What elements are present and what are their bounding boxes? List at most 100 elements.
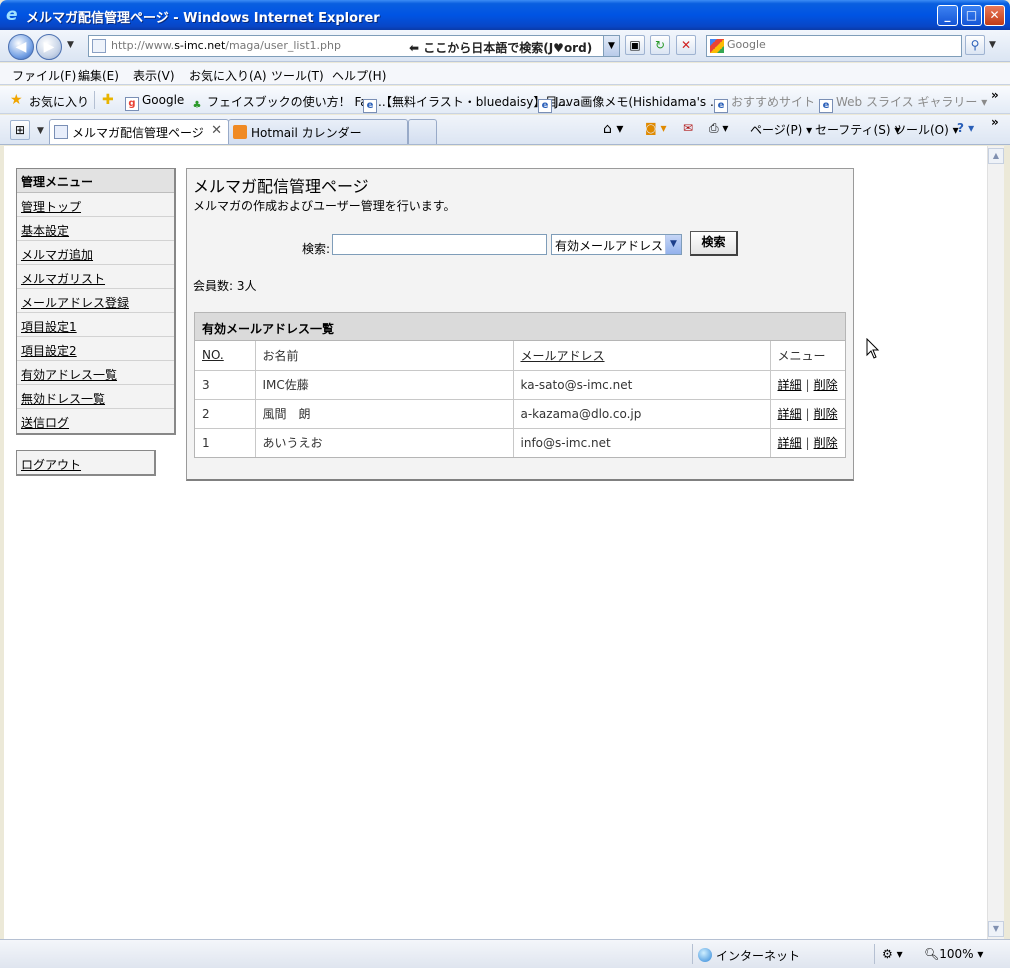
- new-tab-button[interactable]: [408, 119, 437, 144]
- column-header-menu: メニュー: [769, 341, 845, 370]
- print-icon[interactable]: ⎙ ▾: [709, 121, 728, 136]
- favorites-button[interactable]: お気に入り: [29, 93, 89, 110]
- sidebar-item-send-log: 送信ログ: [17, 409, 174, 433]
- menu-favorites[interactable]: お気に入り(A): [189, 67, 267, 84]
- row-no: 2: [195, 398, 255, 428]
- vertical-scrollbar[interactable]: ▲ ▼: [987, 146, 1004, 939]
- scroll-down-icon[interactable]: ▼: [988, 921, 1004, 937]
- forward-button[interactable]: ▶: [36, 34, 62, 60]
- table-row: 3 IMC佐藤 ka-sato@s-imc.net 詳細 | 削除: [195, 369, 845, 399]
- field-settings-2-link[interactable]: 項目設定2: [21, 344, 77, 358]
- address-dropdown-icon[interactable]: ▼: [603, 36, 619, 56]
- stop-icon[interactable]: ✕: [676, 35, 696, 55]
- send-log-link[interactable]: 送信ログ: [21, 416, 69, 430]
- status-divider: [874, 944, 875, 964]
- safety-menu-button[interactable]: セーフティ(S) ▾: [815, 121, 900, 138]
- fav-web-slice-gallery[interactable]: e Web スライス ギャラリー ▾: [819, 93, 987, 113]
- close-window-button[interactable]: ✕: [984, 5, 1005, 26]
- page-menu-button[interactable]: ページ(P) ▾: [750, 121, 812, 138]
- tab-list-dropdown-icon[interactable]: ▼: [37, 126, 44, 136]
- register-address-link[interactable]: メールアドレス登録: [21, 296, 129, 310]
- delete-link[interactable]: 削除: [814, 436, 838, 450]
- address-bar[interactable]: http://www.s-imc.net/maga/user_list1.php…: [88, 35, 620, 57]
- row-name: IMC佐藤: [254, 369, 513, 399]
- feeds-icon[interactable]: ◙ ▾: [645, 121, 666, 135]
- favorites-bar: ★ お気に入り ✚ g Google ♣ フェイスブックの使い方！ Fac... e…: [0, 86, 1010, 114]
- recent-pages-dropdown-icon[interactable]: ▼: [67, 40, 74, 50]
- sidebar-item-register-address: メールアドレス登録: [17, 289, 174, 313]
- page-icon: e: [714, 99, 728, 113]
- globe-icon: [698, 948, 712, 962]
- basic-settings-link[interactable]: 基本設定: [21, 224, 69, 238]
- close-tab-icon[interactable]: ✕: [211, 123, 222, 138]
- fav-link-google[interactable]: g Google: [125, 93, 184, 111]
- menu-edit[interactable]: 編集(E): [78, 67, 119, 84]
- maximize-button[interactable]: □: [961, 5, 982, 26]
- row-name: 風間 朗: [254, 398, 513, 428]
- page-viewport: 管理メニュー 管理トップ 基本設定 メルマガ追加 メルマガリスト メールアドレス…: [4, 146, 987, 939]
- favorites-star-icon: ★: [10, 92, 23, 108]
- address-filter-select[interactable]: 有効メールアドレス ▼: [551, 234, 682, 255]
- detail-link[interactable]: 詳細: [778, 378, 802, 392]
- search-box[interactable]: [706, 35, 962, 57]
- favbar-more-icon[interactable]: »: [991, 88, 999, 102]
- sort-by-email-link[interactable]: メールアドレス: [521, 349, 605, 363]
- fav-link-java-memo[interactable]: e Java画像メモ(Hishidama's ...: [538, 93, 721, 113]
- row-email: info@s-imc.net: [512, 427, 770, 457]
- fav-suggested-sites[interactable]: e おすすめサイト ▾: [714, 93, 825, 113]
- row-no: 1: [195, 427, 255, 457]
- column-header-no: NO.: [195, 341, 255, 370]
- read-mail-icon[interactable]: ✉: [683, 121, 693, 135]
- field-settings-1-link[interactable]: 項目設定1: [21, 320, 77, 334]
- table-row: 2 風間 朗 a-kazama@dlo.co.jp 詳細 | 削除: [195, 398, 845, 428]
- admin-top-link[interactable]: 管理トップ: [21, 200, 81, 214]
- tab-mailmag-admin[interactable]: メルマガ配信管理ページ ✕: [49, 119, 229, 144]
- search-button[interactable]: 検索: [690, 231, 738, 256]
- search-options-dropdown-icon[interactable]: ▼: [989, 40, 996, 50]
- home-icon[interactable]: ⌂ ▾: [603, 121, 623, 137]
- menu-help[interactable]: ヘルプ(H): [332, 67, 386, 84]
- sidebar-item-admin-top: 管理トップ: [17, 193, 174, 217]
- detail-link[interactable]: 詳細: [778, 436, 802, 450]
- add-favorite-icon[interactable]: ✚: [102, 93, 114, 107]
- minimize-button[interactable]: _: [937, 5, 958, 26]
- commandbar-more-icon[interactable]: »: [991, 115, 999, 129]
- delete-link[interactable]: 削除: [814, 378, 838, 392]
- mailmag-list-link[interactable]: メルマガリスト: [21, 272, 105, 286]
- detail-link[interactable]: 詳細: [778, 407, 802, 421]
- quick-tabs-icon[interactable]: ⊞: [10, 120, 30, 140]
- tools-menu-button[interactable]: ツール(O) ▾: [894, 121, 959, 138]
- help-menu-icon[interactable]: ? ▾: [957, 121, 974, 135]
- menu-file[interactable]: ファイル(F): [12, 67, 76, 84]
- column-header-email: メールアドレス: [512, 341, 770, 370]
- refresh-icon[interactable]: ↻: [650, 35, 670, 55]
- mouse-cursor-icon: [866, 338, 880, 359]
- page-icon: [54, 125, 68, 139]
- tab-hotmail-calendar[interactable]: Hotmail カレンダー: [228, 119, 408, 144]
- invalid-addresses-link[interactable]: 無効ドレス一覧: [21, 392, 105, 406]
- search-go-icon[interactable]: ⚲: [965, 35, 985, 55]
- tab-label: Hotmail カレンダー: [251, 126, 362, 140]
- zoom-level[interactable]: 🔍︎100% ▾: [924, 947, 983, 961]
- fav-link-facebook-guide[interactable]: ♣ フェイスブックの使い方！ Fac...: [190, 93, 386, 114]
- scroll-up-icon[interactable]: ▲: [988, 148, 1004, 164]
- row-email: ka-sato@s-imc.net: [512, 369, 770, 399]
- hotmail-icon: [233, 125, 247, 139]
- navigation-bar: ◀ ▶ ▼ http://www.s-imc.net/maga/user_lis…: [0, 30, 1010, 62]
- clover-icon: ♣: [192, 100, 202, 111]
- row-menu: 詳細 | 削除: [769, 369, 845, 399]
- member-search-input[interactable]: [332, 234, 547, 255]
- delete-link[interactable]: 削除: [814, 407, 838, 421]
- sidebar-item-mailmag-list: メルマガリスト: [17, 265, 174, 289]
- menu-tools[interactable]: ツール(T): [271, 67, 324, 84]
- logout-link[interactable]: ログアウト: [21, 458, 81, 472]
- valid-addresses-link[interactable]: 有効アドレス一覧: [21, 368, 117, 382]
- compatibility-view-icon[interactable]: ▣: [625, 35, 645, 55]
- search-input[interactable]: [727, 38, 957, 51]
- protected-mode-icon[interactable]: ⚙ ▾: [882, 947, 903, 961]
- menu-view[interactable]: 表示(V): [133, 67, 175, 84]
- sort-by-no-link[interactable]: NO.: [202, 348, 224, 362]
- table-row: 1 あいうえお info@s-imc.net 詳細 | 削除: [195, 427, 845, 457]
- add-mailmag-link[interactable]: メルマガ追加: [21, 248, 93, 262]
- back-button[interactable]: ◀: [8, 34, 34, 60]
